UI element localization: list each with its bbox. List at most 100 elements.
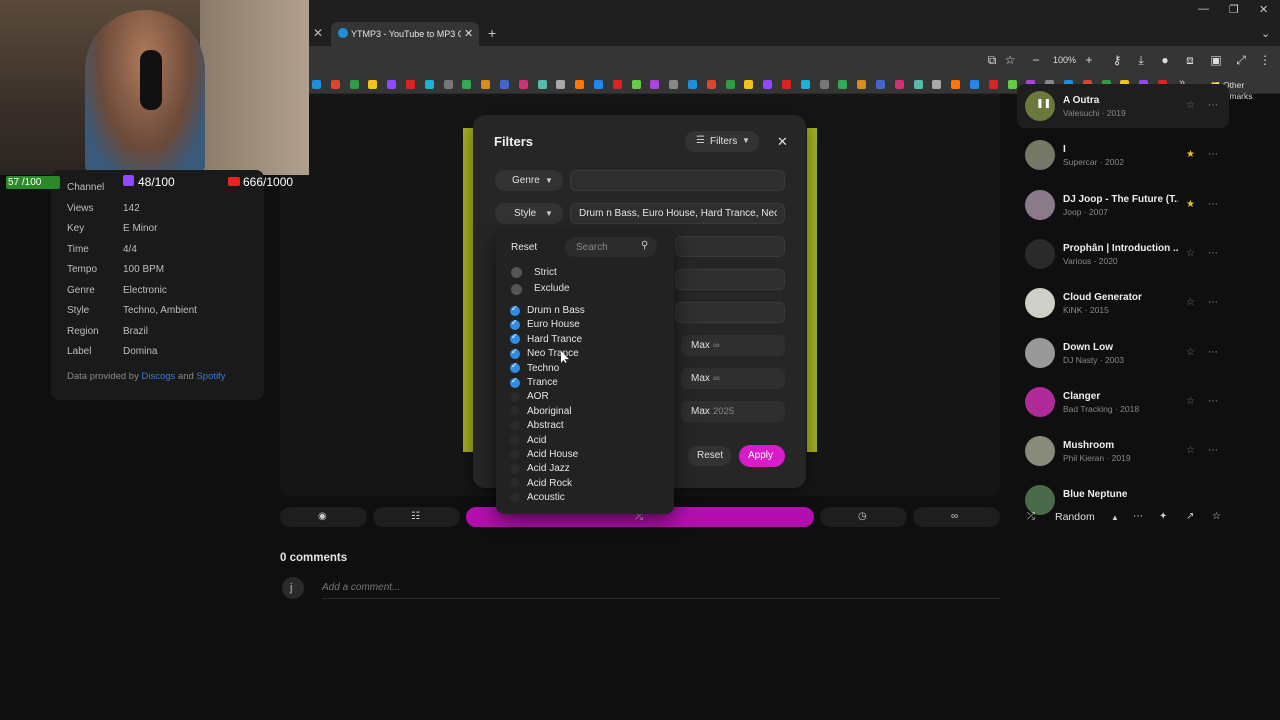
option-checkbox[interactable] bbox=[510, 391, 520, 402]
track-thumbnail[interactable] bbox=[1025, 288, 1055, 319]
new-tab-icon[interactable]: + bbox=[488, 25, 496, 41]
option-label[interactable]: Neo Trance bbox=[527, 348, 579, 359]
option-checkbox[interactable] bbox=[510, 304, 520, 316]
discogs-link[interactable]: Discogs bbox=[141, 371, 175, 382]
bookmark-star-icon[interactable]: ☆ bbox=[1003, 53, 1017, 67]
menu-icon[interactable]: ⋮ bbox=[1258, 53, 1272, 67]
favorite-star-icon[interactable]: ☆ bbox=[1186, 347, 1195, 358]
more-icon[interactable]: ⋯ bbox=[1208, 100, 1218, 111]
bookmark-icon[interactable] bbox=[632, 80, 641, 89]
track-thumbnail[interactable] bbox=[1025, 189, 1055, 220]
bookmark-icon[interactable] bbox=[763, 80, 772, 89]
bookmark-icon[interactable] bbox=[519, 80, 528, 89]
zoom-in-icon[interactable]: + bbox=[1082, 53, 1096, 67]
more-icon[interactable]: ⋯ bbox=[1208, 149, 1218, 160]
bookmark-icon[interactable] bbox=[801, 80, 810, 89]
toggle-switch[interactable] bbox=[511, 267, 522, 278]
track-thumbnail[interactable] bbox=[1025, 386, 1055, 417]
more-icon[interactable]: ⋯ bbox=[1208, 297, 1218, 308]
bookmark-icon[interactable] bbox=[613, 80, 622, 89]
option-label[interactable]: Techno bbox=[527, 363, 559, 374]
bookmark-icon[interactable] bbox=[500, 80, 509, 89]
favorite-star-icon[interactable]: ☆ bbox=[1186, 445, 1195, 456]
option-label[interactable]: Aboriginal bbox=[527, 406, 571, 417]
bookmark-icon[interactable] bbox=[350, 80, 359, 89]
sparkle-icon[interactable]: ✦ bbox=[1159, 511, 1167, 522]
bookmark-icon[interactable] bbox=[556, 80, 565, 89]
bookmark-icon[interactable] bbox=[876, 80, 885, 89]
option-label[interactable]: Trance bbox=[527, 377, 558, 388]
track-thumbnail[interactable] bbox=[1025, 337, 1055, 368]
more-icon[interactable]: ⋯ bbox=[1208, 347, 1218, 358]
bookmark-icon[interactable] bbox=[462, 80, 471, 89]
more-icon[interactable]: ⋯ bbox=[1208, 396, 1218, 407]
extensions-icon[interactable]: ⧈ bbox=[1183, 53, 1197, 67]
track-title[interactable]: A Outra bbox=[1063, 95, 1178, 106]
comment-input[interactable]: Add a comment... bbox=[322, 582, 400, 593]
close-icon[interactable]: ✕ bbox=[464, 27, 473, 40]
bookmark-icon[interactable] bbox=[744, 80, 753, 89]
option-checkbox[interactable] bbox=[510, 492, 520, 503]
track-title[interactable]: Down Low bbox=[1063, 342, 1178, 353]
dropdown-reset-button[interactable]: Reset bbox=[511, 242, 537, 253]
bookmark-icon[interactable] bbox=[312, 80, 321, 89]
option-checkbox[interactable] bbox=[510, 318, 520, 330]
bookmark-icon[interactable] bbox=[575, 80, 584, 89]
genre-input[interactable] bbox=[570, 170, 785, 191]
favorite-star-icon[interactable]: ☆ bbox=[1186, 297, 1195, 308]
filter-input[interactable] bbox=[675, 269, 785, 290]
bookmark-icon[interactable] bbox=[782, 80, 791, 89]
pause-icon[interactable]: ❚❚ bbox=[1036, 98, 1051, 109]
bookmark-icon[interactable] bbox=[368, 80, 377, 89]
option-checkbox[interactable] bbox=[510, 376, 520, 388]
option-checkbox[interactable] bbox=[510, 347, 520, 359]
option-label[interactable]: Acid House bbox=[527, 449, 578, 460]
track-title[interactable]: Clanger bbox=[1063, 391, 1178, 402]
close-icon[interactable]: ✕ bbox=[313, 26, 323, 40]
toggle-switch[interactable] bbox=[511, 283, 522, 295]
option-label[interactable]: Abstract bbox=[527, 420, 564, 431]
shuffle-icon[interactable]: ⤮ bbox=[1027, 511, 1035, 522]
bookmark-icon[interactable] bbox=[1008, 80, 1017, 89]
extension-j-icon[interactable]: ● bbox=[1158, 53, 1172, 67]
screenshot-icon[interactable]: ⧉ bbox=[985, 53, 999, 67]
close-icon[interactable]: ✕ bbox=[777, 134, 788, 150]
caret-up-icon[interactable]: ▲ bbox=[1111, 513, 1119, 522]
bookmark-icon[interactable] bbox=[838, 80, 847, 89]
download-icon[interactable]: ⤓ bbox=[1134, 53, 1148, 67]
track-title[interactable]: Mushroom bbox=[1063, 440, 1178, 451]
bookmark-icon[interactable] bbox=[387, 80, 396, 89]
expand-icon[interactable]: ⤢ bbox=[1234, 53, 1248, 67]
key-icon[interactable]: ⚷ bbox=[1110, 53, 1124, 67]
option-label[interactable]: Hard Trance bbox=[527, 334, 582, 345]
zoom-out-icon[interactable]: − bbox=[1029, 53, 1043, 67]
playback-mode[interactable]: Random bbox=[1055, 511, 1095, 523]
option-label[interactable]: AOR bbox=[527, 391, 549, 402]
trending-icon[interactable]: ↗ bbox=[1186, 511, 1194, 522]
option-label[interactable]: Acoustic bbox=[527, 492, 565, 503]
favorite-star-icon[interactable]: ★ bbox=[1186, 149, 1195, 160]
favorite-star-icon[interactable]: ☆ bbox=[1186, 396, 1195, 407]
bookmark-icon[interactable] bbox=[406, 80, 415, 89]
bookmark-icon[interactable] bbox=[650, 80, 659, 89]
bookmark-icon[interactable] bbox=[481, 80, 490, 89]
bookmark-icon[interactable] bbox=[895, 80, 904, 89]
more-icon[interactable]: ⋯ bbox=[1208, 248, 1218, 259]
option-label[interactable]: Euro House bbox=[527, 319, 580, 330]
option-label[interactable]: Acid bbox=[527, 435, 546, 446]
favorite-star-icon[interactable]: ☆ bbox=[1186, 248, 1195, 259]
filter-input[interactable] bbox=[675, 302, 785, 323]
track-title[interactable]: Cloud Generator bbox=[1063, 292, 1178, 303]
track-title[interactable]: I bbox=[1063, 144, 1178, 155]
bookmark-icon[interactable] bbox=[951, 80, 960, 89]
bookmark-icon[interactable] bbox=[932, 80, 941, 89]
track-title[interactable]: Blue Neptune bbox=[1063, 489, 1178, 500]
bookmark-icon[interactable] bbox=[707, 80, 716, 89]
chevron-down-icon[interactable]: ⌄ bbox=[1261, 27, 1270, 40]
more-icon[interactable]: ⋯ bbox=[1208, 199, 1218, 210]
option-label[interactable]: Acid Jazz bbox=[527, 463, 570, 474]
window-close-icon[interactable]: ✕ bbox=[1259, 3, 1268, 16]
bookmark-icon[interactable] bbox=[444, 80, 453, 89]
star-icon[interactable]: ☆ bbox=[1212, 511, 1221, 522]
bookmark-icon[interactable] bbox=[914, 80, 923, 89]
